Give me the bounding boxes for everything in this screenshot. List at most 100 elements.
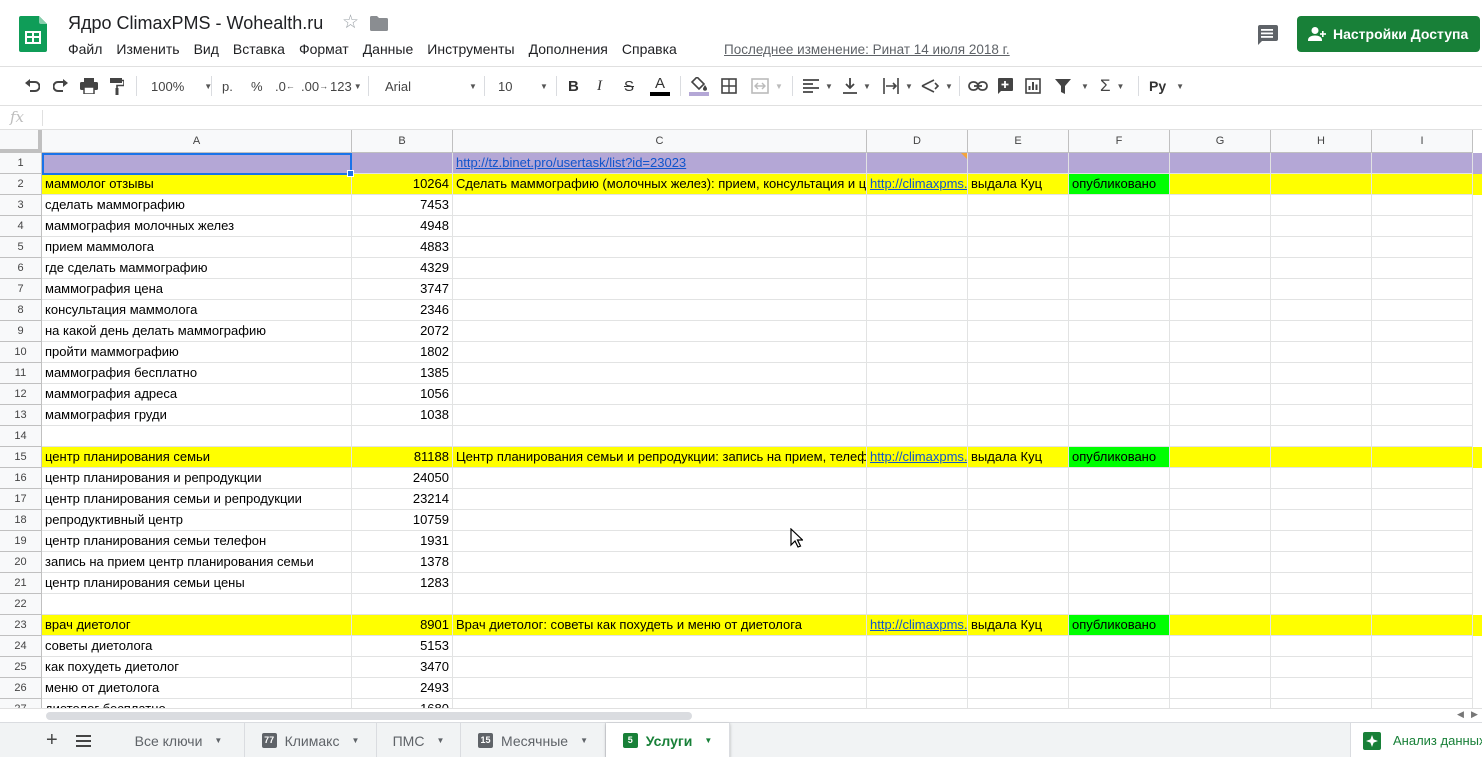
row-header[interactable]: 20 — [0, 552, 42, 573]
cell-a22[interactable] — [42, 594, 352, 615]
cell-h5[interactable] — [1271, 237, 1372, 258]
cell-c24[interactable] — [453, 636, 867, 657]
cell-c16[interactable] — [453, 468, 867, 489]
cell-c11[interactable] — [453, 363, 867, 384]
cell-e3[interactable] — [968, 195, 1069, 216]
cell-i10[interactable] — [1372, 342, 1473, 363]
cell-d15[interactable]: http://climaxpms.ru — [867, 447, 968, 468]
cell-g16[interactable] — [1170, 468, 1271, 489]
cell-d11[interactable] — [867, 363, 968, 384]
cell-b17[interactable]: 23214 — [352, 489, 453, 510]
cell-d27[interactable] — [867, 699, 968, 708]
cell-h8[interactable] — [1271, 300, 1372, 321]
row-header[interactable]: 27 — [0, 699, 42, 708]
cell-b24[interactable]: 5153 — [352, 636, 453, 657]
cell-g1[interactable] — [1170, 153, 1271, 174]
cell-g18[interactable] — [1170, 510, 1271, 531]
cell-g8[interactable] — [1170, 300, 1271, 321]
decrease-decimals-button[interactable]: .0 ← — [275, 67, 295, 105]
redo-icon[interactable] — [53, 67, 69, 105]
cell-b19[interactable]: 1931 — [352, 531, 453, 552]
select-all-corner[interactable] — [0, 130, 42, 153]
cell-e26[interactable] — [968, 678, 1069, 699]
cell-e16[interactable] — [968, 468, 1069, 489]
cell-c25[interactable] — [453, 657, 867, 678]
cell-g25[interactable] — [1170, 657, 1271, 678]
strikethrough-button[interactable]: S — [624, 67, 634, 105]
sheets-logo-icon[interactable] — [19, 16, 47, 52]
row-header[interactable]: 18 — [0, 510, 42, 531]
cell-i4[interactable] — [1372, 216, 1473, 237]
scroll-right-icon[interactable]: ▶ — [1471, 709, 1478, 720]
explore-button[interactable]: Анализ данных — [1350, 723, 1482, 757]
cell-d4[interactable] — [867, 216, 968, 237]
column-header-h[interactable]: H — [1271, 130, 1372, 153]
sheet-tab-3[interactable]: ПМС ▼ — [377, 723, 461, 757]
cell-b25[interactable]: 3470 — [352, 657, 453, 678]
text-wrap-icon[interactable]: ▼ — [883, 67, 913, 105]
cell-d24[interactable] — [867, 636, 968, 657]
chevron-down-icon[interactable]: ▼ — [580, 736, 588, 745]
cell-a8[interactable]: консультация маммолога — [42, 300, 352, 321]
insert-link-icon[interactable] — [968, 67, 988, 105]
cell-g13[interactable] — [1170, 405, 1271, 426]
row-header[interactable]: 26 — [0, 678, 42, 699]
cell-c23[interactable]: Врач диетолог: советы как похудеть и мен… — [453, 615, 867, 636]
cell-i24[interactable] — [1372, 636, 1473, 657]
cell-a18[interactable]: репродуктивный центр — [42, 510, 352, 531]
column-header-e[interactable]: E — [968, 130, 1069, 153]
row-header[interactable]: 16 — [0, 468, 42, 489]
cell-h14[interactable] — [1271, 426, 1372, 447]
cell-f18[interactable] — [1069, 510, 1170, 531]
cell-h7[interactable] — [1271, 279, 1372, 300]
cell-b22[interactable] — [352, 594, 453, 615]
cell-c5[interactable] — [453, 237, 867, 258]
cell-e15[interactable]: выдала Куц — [968, 447, 1069, 468]
cell-f7[interactable] — [1069, 279, 1170, 300]
cell-g3[interactable] — [1170, 195, 1271, 216]
cell-f10[interactable] — [1069, 342, 1170, 363]
cell-e19[interactable] — [968, 531, 1069, 552]
text-color-button[interactable]: A — [650, 67, 670, 105]
cell-h6[interactable] — [1271, 258, 1372, 279]
cell-i22[interactable] — [1372, 594, 1473, 615]
cell-b3[interactable]: 7453 — [352, 195, 453, 216]
cell-c13[interactable] — [453, 405, 867, 426]
cell-f5[interactable] — [1069, 237, 1170, 258]
cell-h22[interactable] — [1271, 594, 1372, 615]
cell-g10[interactable] — [1170, 342, 1271, 363]
input-tools-icon[interactable]: Pу ▼ — [1149, 67, 1184, 105]
scroll-left-icon[interactable]: ◀ — [1457, 709, 1464, 720]
fill-handle[interactable] — [347, 170, 354, 177]
cell-d7[interactable] — [867, 279, 968, 300]
cell-d21[interactable] — [867, 573, 968, 594]
row-header[interactable]: 21 — [0, 573, 42, 594]
row-header[interactable]: 25 — [0, 657, 42, 678]
formula-bar[interactable]: fx — [0, 106, 1482, 130]
cell-i3[interactable] — [1372, 195, 1473, 216]
cell-f3[interactable] — [1069, 195, 1170, 216]
cell-g14[interactable] — [1170, 426, 1271, 447]
row-header[interactable]: 12 — [0, 384, 42, 405]
row-header[interactable]: 7 — [0, 279, 42, 300]
cell-e10[interactable] — [968, 342, 1069, 363]
cell-f15[interactable]: опубликовано — [1069, 447, 1170, 468]
cell-i11[interactable] — [1372, 363, 1473, 384]
font-size-select[interactable]: 10 ▼ — [498, 67, 548, 105]
cell-h18[interactable] — [1271, 510, 1372, 531]
column-header-d[interactable]: D — [867, 130, 968, 153]
cell-a3[interactable]: сделать маммографию — [42, 195, 352, 216]
cell-d25[interactable] — [867, 657, 968, 678]
undo-icon[interactable] — [24, 67, 40, 105]
cell-c7[interactable] — [453, 279, 867, 300]
cell-b23[interactable]: 8901 — [352, 615, 453, 636]
row-header[interactable]: 14 — [0, 426, 42, 447]
cell-e21[interactable] — [968, 573, 1069, 594]
cell-a4[interactable]: маммография молочных желез — [42, 216, 352, 237]
cell-b4[interactable]: 4948 — [352, 216, 453, 237]
cell-h4[interactable] — [1271, 216, 1372, 237]
cell-i13[interactable] — [1372, 405, 1473, 426]
star-icon[interactable]: ☆ — [342, 13, 359, 33]
more-formats-select[interactable]: 123 ▼ — [330, 67, 362, 105]
cell-f16[interactable] — [1069, 468, 1170, 489]
